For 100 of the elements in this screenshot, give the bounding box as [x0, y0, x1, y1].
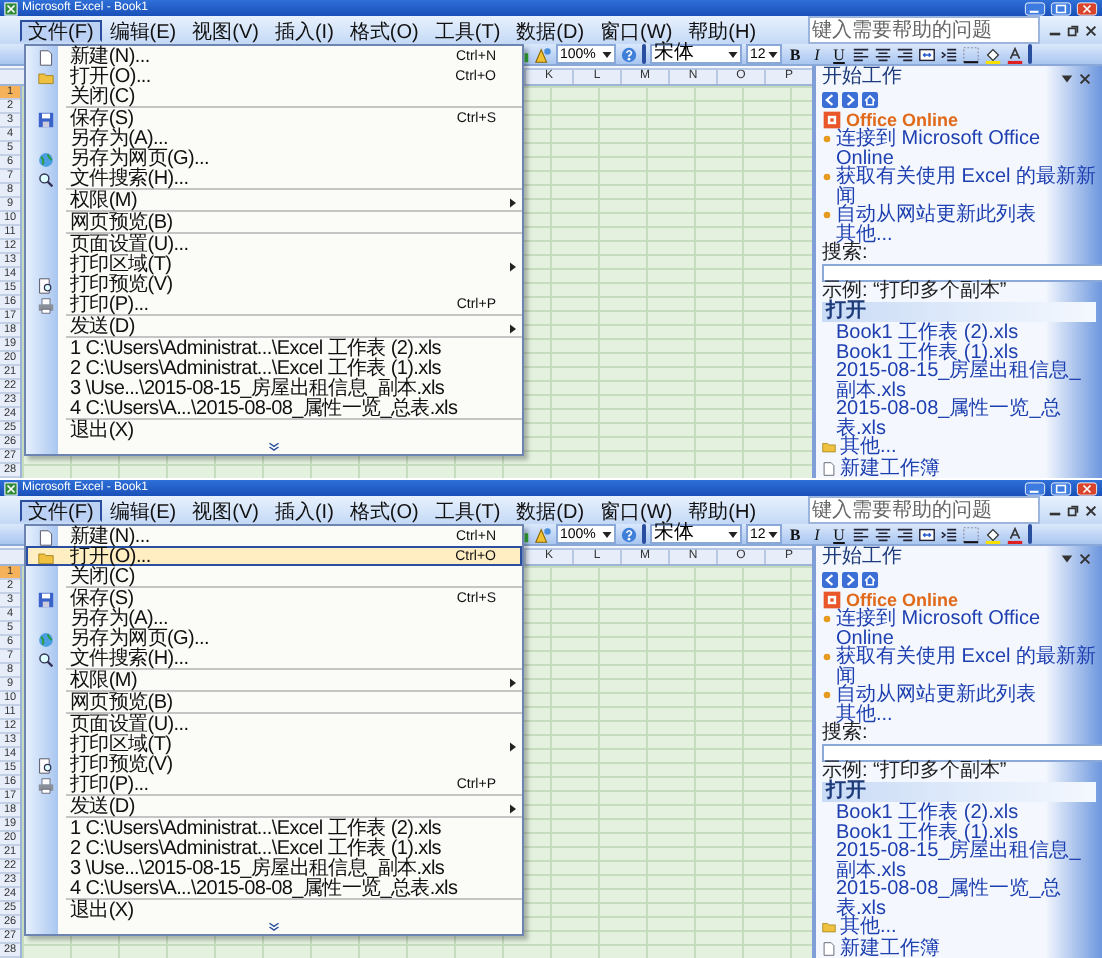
news-link[interactable]: 自动从网站更新此列表 — [836, 686, 1036, 705]
menu-item[interactable]: 格式(O) — [341, 499, 427, 521]
menu-option[interactable]: 1 C:\Users\Administrat...\Excel 工作表 (2).xls — [26, 818, 522, 838]
news-link[interactable]: 自动从网站更新此列表 — [836, 206, 1036, 225]
forward-arrow-icon[interactable] — [842, 92, 858, 108]
recent-file-link[interactable]: Book1 工作表 (2).xls — [822, 804, 1096, 823]
menu-option[interactable]: 页面设置(U)... — [26, 714, 522, 734]
restore-icon[interactable] — [1066, 23, 1080, 37]
menu-option[interactable]: 文件搜索(H)... — [26, 648, 522, 668]
maximize-icon[interactable] — [1050, 481, 1072, 495]
menu-option[interactable]: 关闭(C) — [26, 86, 522, 106]
align-center-icon[interactable] — [874, 45, 892, 63]
news-link[interactable]: 连接到 Microsoft Office Online — [836, 130, 1096, 168]
format-button[interactable]: I — [808, 44, 826, 64]
restore-icon[interactable] — [1066, 503, 1080, 517]
menu-option[interactable]: 4 C:\Users\A...\2015-08-08_属性一览_总表.xls — [26, 878, 522, 898]
menu-item[interactable]: 格式(O) — [341, 19, 427, 41]
expand-chevron-icon[interactable] — [268, 922, 280, 932]
forward-arrow-icon[interactable] — [842, 572, 858, 588]
minimize-icon[interactable] — [1024, 1, 1046, 15]
menu-option[interactable]: 另存为网页(G)... — [26, 628, 522, 648]
menu-option[interactable]: 退出(X) — [26, 900, 522, 920]
dropdown-arrow-icon[interactable] — [1060, 551, 1074, 565]
merge-cells-icon[interactable] — [918, 45, 936, 63]
menu-option[interactable]: 4 C:\Users\A...\2015-08-08_属性一览_总表.xls — [26, 398, 522, 418]
news-link[interactable]: 获取有关使用 Excel 的最新新闻 — [836, 168, 1096, 206]
back-arrow-icon[interactable] — [822, 92, 838, 108]
format-button[interactable]: I — [808, 524, 826, 544]
menu-option[interactable]: 文件搜索(H)... — [26, 168, 522, 188]
recent-file-link[interactable]: 2015-08-08_属性一览_总表.xls — [822, 400, 1096, 438]
close-icon[interactable] — [1084, 23, 1098, 37]
maximize-icon[interactable] — [1050, 1, 1072, 15]
format-button[interactable]: B — [786, 44, 804, 64]
align-left-icon[interactable] — [852, 525, 870, 543]
recent-file-link[interactable]: Book1 工作表 (1).xls — [822, 343, 1096, 362]
border-icon[interactable] — [962, 525, 980, 543]
format-button[interactable]: U — [830, 524, 848, 544]
menu-option[interactable]: 2 C:\Users\Administrat...\Excel 工作表 (1).xls — [26, 358, 522, 378]
search-field[interactable] — [822, 743, 1102, 761]
fill-color-icon[interactable] — [984, 45, 1002, 63]
align-center-icon[interactable] — [874, 525, 892, 543]
more-link[interactable]: 其他... — [840, 918, 897, 937]
drawing-icon[interactable] — [534, 45, 552, 63]
menu-item[interactable]: 帮助(H) — [680, 19, 765, 41]
drawing-icon[interactable] — [534, 525, 552, 543]
menu-option[interactable]: 权限(M) — [26, 670, 522, 690]
font-color-icon[interactable] — [1006, 525, 1024, 543]
expand-chevron-icon[interactable] — [268, 442, 280, 452]
menu-item[interactable]: 窗口(W) — [592, 19, 681, 41]
menu-option[interactable]: 退出(X) — [26, 420, 522, 440]
menu-item[interactable]: 文件(F) — [20, 19, 102, 41]
menu-option[interactable]: 另存为(A)... — [26, 128, 522, 148]
format-button[interactable]: B — [786, 524, 804, 544]
back-arrow-icon[interactable] — [822, 572, 838, 588]
menu-item[interactable]: 插入(I) — [266, 499, 342, 521]
font-color-icon[interactable] — [1006, 45, 1024, 63]
menu-item[interactable]: 窗口(W) — [592, 499, 681, 521]
search-field[interactable] — [822, 263, 1102, 281]
menu-item[interactable]: 数据(D) — [508, 19, 593, 41]
fill-color-icon[interactable] — [984, 525, 1002, 543]
menu-option[interactable]: 页面设置(U)... — [26, 234, 522, 254]
new-workbook-link[interactable]: 新建工作簿 — [840, 459, 940, 478]
indent-icon[interactable] — [940, 45, 958, 63]
menu-option[interactable]: 3 \Use...\2015-08-15_房屋出租信息_副本.xls — [26, 378, 522, 398]
align-right-icon[interactable] — [896, 45, 914, 63]
merge-cells-icon[interactable] — [918, 525, 936, 543]
recent-file-link[interactable]: Book1 工作表 (1).xls — [822, 823, 1096, 842]
minimize-icon[interactable] — [1024, 481, 1046, 495]
recent-file-link[interactable]: 2015-08-08_属性一览_总表.xls — [822, 880, 1096, 918]
menu-item[interactable]: 工具(T) — [426, 19, 509, 41]
recent-file-link[interactable]: Book1 工作表 (2).xls — [822, 324, 1096, 343]
menu-option[interactable]: 另存为网页(G)... — [26, 148, 522, 168]
close-icon[interactable] — [1078, 71, 1092, 85]
menu-option[interactable]: 打印预览(V) — [26, 754, 522, 774]
menu-item[interactable]: 视图(V) — [184, 499, 267, 521]
menu-option[interactable]: 权限(M) — [26, 190, 522, 210]
home-icon[interactable] — [862, 92, 878, 108]
menu-item[interactable]: 编辑(E) — [101, 499, 185, 521]
menu-item[interactable]: 文件(F) — [20, 499, 102, 521]
menu-option[interactable]: 打印区域(T) — [26, 254, 522, 274]
indent-icon[interactable] — [940, 525, 958, 543]
more-link[interactable]: 其他... — [840, 438, 897, 457]
more-link[interactable]: 其他... — [822, 705, 1096, 724]
menu-item[interactable]: 帮助(H) — [680, 499, 765, 521]
menu-option[interactable]: 关闭(C) — [26, 566, 522, 586]
menu-option[interactable]: 另存为(A)... — [26, 608, 522, 628]
menu-option[interactable]: 打印预览(V) — [26, 274, 522, 294]
menu-item[interactable]: 编辑(E) — [101, 19, 185, 41]
news-link[interactable]: 连接到 Microsoft Office Online — [836, 610, 1096, 648]
font-dropdown[interactable]: 宋体 — [650, 44, 742, 64]
close-icon[interactable] — [1084, 503, 1098, 517]
align-left-icon[interactable] — [852, 45, 870, 63]
menu-item[interactable]: 工具(T) — [426, 499, 509, 521]
menu-option[interactable]: 网页预览(B) — [26, 212, 522, 232]
menu-option[interactable]: 网页预览(B) — [26, 692, 522, 712]
menu-option[interactable]: 2 C:\Users\Administrat...\Excel 工作表 (1).xls — [26, 838, 522, 858]
help-icon[interactable] — [620, 45, 638, 63]
dropdown-arrow-icon[interactable] — [1060, 71, 1074, 85]
menu-option[interactable]: 打印区域(T) — [26, 734, 522, 754]
border-icon[interactable] — [962, 45, 980, 63]
